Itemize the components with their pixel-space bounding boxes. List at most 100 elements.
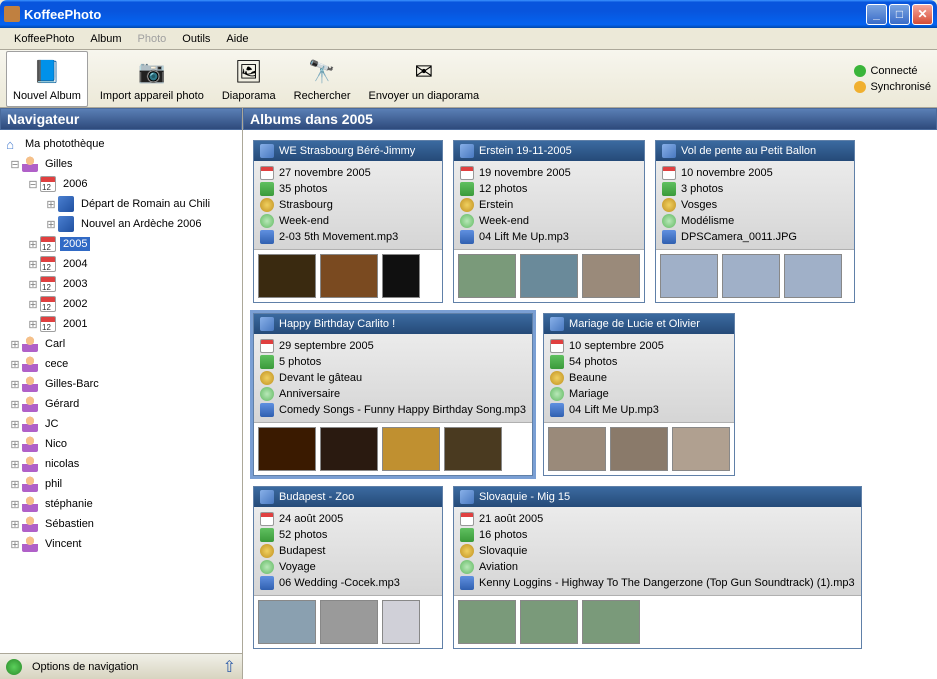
- expand-icon[interactable]: ⊞: [44, 218, 58, 231]
- thumbnail[interactable]: [258, 600, 316, 644]
- thumbnail[interactable]: [458, 254, 516, 298]
- expand-icon[interactable]: ⊞: [8, 458, 22, 471]
- thumbnail[interactable]: [258, 254, 316, 298]
- tag-icon: [662, 214, 676, 228]
- expand-icon[interactable]: ⊞: [8, 398, 22, 411]
- thumbnail[interactable]: [382, 427, 440, 471]
- expand-icon[interactable]: ⊞: [44, 198, 58, 211]
- thumbnail[interactable]: [672, 427, 730, 471]
- location-icon: [662, 198, 676, 212]
- album-card[interactable]: Budapest - Zoo24 août 200552 photosBudap…: [253, 486, 443, 649]
- close-button[interactable]: ✕: [912, 4, 933, 25]
- album-header: Happy Birthday Carlito !: [254, 314, 532, 334]
- search-button[interactable]: 🔭 Rechercher: [288, 52, 357, 106]
- tree-user[interactable]: ⊞cece: [2, 354, 240, 374]
- thumbnail[interactable]: [320, 427, 378, 471]
- tree-user[interactable]: ⊞stéphanie: [2, 494, 240, 514]
- thumbnail[interactable]: [458, 600, 516, 644]
- expand-icon[interactable]: ⊞: [8, 438, 22, 451]
- album-header: Budapest - Zoo: [254, 487, 442, 507]
- collapse-icon[interactable]: ⊟: [8, 158, 22, 171]
- album-card[interactable]: Mariage de Lucie et Olivier10 septembre …: [543, 313, 735, 476]
- tree-owner[interactable]: ⊟Gilles: [2, 154, 240, 174]
- tree-user[interactable]: ⊞Carl: [2, 334, 240, 354]
- thumbnail[interactable]: [660, 254, 718, 298]
- calendar-icon: [260, 166, 274, 180]
- album-card[interactable]: Vol de pente au Petit Ballon10 novembre …: [655, 140, 855, 303]
- tree-user[interactable]: ⊞Nico: [2, 434, 240, 454]
- tree-view[interactable]: ⌂Ma photothèque ⊟Gilles ⊟2006 ⊞Départ de…: [0, 130, 242, 653]
- expand-icon[interactable]: ⊞: [26, 318, 40, 331]
- thumbnail[interactable]: [382, 600, 420, 644]
- tree-user[interactable]: ⊞Vincent: [2, 534, 240, 554]
- minimize-button[interactable]: _: [866, 4, 887, 25]
- expand-icon[interactable]: ⊞: [8, 478, 22, 491]
- up-arrow-icon[interactable]: ⇧: [223, 657, 236, 677]
- menu-aide[interactable]: Aide: [218, 31, 256, 47]
- tree-year-2005[interactable]: ⊞2005: [2, 234, 240, 254]
- tree-year-2006[interactable]: ⊟2006: [2, 174, 240, 194]
- thumbnail[interactable]: [520, 600, 578, 644]
- slideshow-button[interactable]: 🖼 Diaporama: [216, 52, 282, 106]
- expand-icon[interactable]: ⊞: [8, 338, 22, 351]
- menu-koffeephoto[interactable]: KoffeePhoto: [6, 31, 82, 47]
- thumbnail[interactable]: [582, 254, 640, 298]
- thumbnail[interactable]: [444, 427, 502, 471]
- tree-user[interactable]: ⊞JC: [2, 414, 240, 434]
- user-icon: [22, 376, 38, 392]
- album-body: 10 novembre 20053 photosVosgesModélismeD…: [656, 161, 854, 249]
- thumbnail[interactable]: [722, 254, 780, 298]
- album-card[interactable]: Erstein 19-11-200519 novembre 200512 pho…: [453, 140, 645, 303]
- expand-icon[interactable]: ⊞: [26, 238, 40, 251]
- tree-user[interactable]: ⊞Sébastien: [2, 514, 240, 534]
- expand-icon[interactable]: ⊞: [8, 418, 22, 431]
- tree-user[interactable]: ⊞Gilles-Barc: [2, 374, 240, 394]
- nav-footer[interactable]: Options de navigation ⇧: [0, 653, 242, 679]
- expand-icon[interactable]: ⊞: [26, 258, 40, 271]
- tree-album[interactable]: ⊞Nouvel an Ardèche 2006: [2, 214, 240, 234]
- expand-icon[interactable]: ⊞: [8, 498, 22, 511]
- expand-icon[interactable]: ⊞: [26, 298, 40, 311]
- thumbnail[interactable]: [320, 600, 378, 644]
- thumbnail[interactable]: [784, 254, 842, 298]
- tree-year-2003[interactable]: ⊞2003: [2, 274, 240, 294]
- expand-icon[interactable]: ⊞: [8, 358, 22, 371]
- tree-year-2004[interactable]: ⊞2004: [2, 254, 240, 274]
- thumbnail[interactable]: [258, 427, 316, 471]
- tree-year-2002[interactable]: ⊞2002: [2, 294, 240, 314]
- expand-icon[interactable]: ⊞: [8, 378, 22, 391]
- album-card[interactable]: Happy Birthday Carlito !29 septembre 200…: [253, 313, 533, 476]
- music-icon: [460, 576, 474, 590]
- album-music: 04 Lift Me Up.mp3: [479, 231, 569, 243]
- collapse-icon[interactable]: ⊟: [26, 178, 40, 191]
- album-location: Beaune: [569, 372, 607, 384]
- send-slideshow-button[interactable]: ✉ Envoyer un diaporama: [363, 52, 486, 106]
- expand-icon[interactable]: ⊞: [8, 518, 22, 531]
- album-card[interactable]: WE Strasbourg Béré-Jimmy27 novembre 2005…: [253, 140, 443, 303]
- thumbnail[interactable]: [520, 254, 578, 298]
- tree-root[interactable]: ⌂Ma photothèque: [2, 134, 240, 154]
- menu-album[interactable]: Album: [82, 31, 129, 47]
- tree-year-2001[interactable]: ⊞2001: [2, 314, 240, 334]
- thumbnail[interactable]: [548, 427, 606, 471]
- new-album-button[interactable]: 📘 Nouvel Album: [6, 51, 88, 107]
- import-button[interactable]: 📷 Import appareil photo: [94, 52, 210, 106]
- thumbnail[interactable]: [610, 427, 668, 471]
- location-icon: [260, 371, 274, 385]
- thumbnail[interactable]: [582, 600, 640, 644]
- tree-user[interactable]: ⊞nicolas: [2, 454, 240, 474]
- album-location: Vosges: [681, 199, 717, 211]
- maximize-button[interactable]: □: [889, 4, 910, 25]
- book-icon: [460, 144, 474, 158]
- tree-album[interactable]: ⊞Départ de Romain au Chili: [2, 194, 240, 214]
- expand-icon[interactable]: ⊞: [8, 538, 22, 551]
- thumbnail[interactable]: [382, 254, 420, 298]
- book-icon: [58, 196, 74, 212]
- tree-user[interactable]: ⊞Gérard: [2, 394, 240, 414]
- tree-user[interactable]: ⊞phil: [2, 474, 240, 494]
- expand-icon[interactable]: ⊞: [26, 278, 40, 291]
- thumbnail[interactable]: [320, 254, 378, 298]
- photo-count-icon: [460, 182, 474, 196]
- album-card[interactable]: Slovaquie - Mig 1521 août 200516 photosS…: [453, 486, 862, 649]
- menu-outils[interactable]: Outils: [174, 31, 218, 47]
